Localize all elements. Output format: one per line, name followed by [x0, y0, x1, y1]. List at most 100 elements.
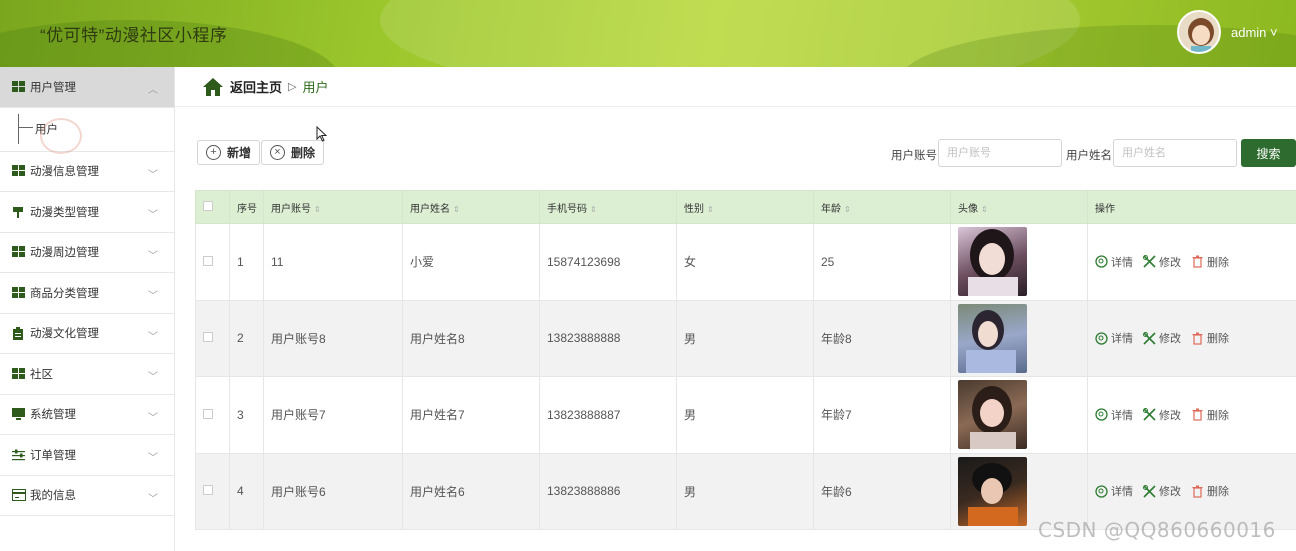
- delete-row-button[interactable]: 删除: [1191, 330, 1229, 346]
- detail-button[interactable]: 详情: [1095, 407, 1133, 423]
- row-checkbox[interactable]: [203, 408, 213, 419]
- name-search-input[interactable]: [1113, 139, 1237, 167]
- account-search-input[interactable]: [938, 139, 1062, 167]
- detail-label: 详情: [1111, 409, 1133, 422]
- delete-row-button[interactable]: 删除: [1191, 407, 1229, 423]
- search-button[interactable]: 搜索: [1241, 139, 1296, 167]
- chevron-down-icon: ﹀: [148, 493, 158, 505]
- sort-icon[interactable]: ⇕: [981, 205, 988, 214]
- detail-button[interactable]: 详情: [1095, 330, 1133, 346]
- table-row: 2 用户账号8 用户姓名8 13823888888 男 年龄8 详情 修改 删除: [195, 299, 1296, 377]
- tools-icon: [1143, 331, 1156, 345]
- sidebar-item-label: 订单管理: [30, 449, 76, 462]
- row-checkbox[interactable]: [203, 255, 213, 266]
- row-actions: 详情 修改 删除: [1095, 407, 1296, 423]
- chevron-down-icon: ﹀: [148, 453, 158, 464]
- cell-phone: 13823888888: [539, 299, 677, 377]
- cell-age: 年龄8: [813, 299, 951, 377]
- sliders-icon: [12, 449, 26, 461]
- edit-label: 修改: [1159, 486, 1181, 499]
- delete-button-label: 删除: [291, 146, 316, 160]
- row-checkbox[interactable]: [203, 332, 213, 343]
- chevron-down-icon: ﹀: [148, 412, 158, 424]
- breadcrumb: 返回主页 ▷ 用户: [175, 67, 1296, 107]
- col-header[interactable]: 头像 ⇕: [950, 190, 1088, 224]
- admin-menu[interactable]: admin ˅: [1231, 25, 1278, 40]
- user-table: 序号 用户账号 ⇕ 用户姓名 ⇕ 手机号码 ⇕ 性别 ⇕ 年龄 ⇕ 头像 ⇕ 操作 1 11…: [195, 190, 1296, 530]
- col-header[interactable]: 用户姓名 ⇕: [402, 190, 540, 224]
- cell-no: 4: [229, 452, 264, 530]
- cell-phone: 13823888886: [539, 452, 677, 530]
- sort-icon[interactable]: ⇕: [707, 205, 714, 214]
- edit-button[interactable]: 修改: [1143, 483, 1181, 499]
- chevron-down-icon: ﹀: [148, 210, 158, 221]
- row-checkbox[interactable]: [203, 485, 213, 496]
- breadcrumb-current: 用户: [302, 80, 329, 95]
- breadcrumb-home[interactable]: 返回主页: [230, 77, 282, 96]
- chevron-down-icon: ﹀: [148, 291, 158, 302]
- sort-icon[interactable]: ⇕: [844, 205, 851, 214]
- sidebar-item-orders[interactable]: 订单管理 ﹀: [0, 435, 174, 476]
- col-header[interactable]: 手机号码 ⇕: [539, 190, 677, 224]
- sidebar-item-product-category[interactable]: 商品分类管理 ﹀: [0, 273, 174, 314]
- sidebar-item-anime-type[interactable]: 动漫类型管理 ﹀: [0, 192, 174, 233]
- delete-button[interactable]: × 删除: [261, 140, 325, 165]
- sidebar-item-system[interactable]: 系统管理 ﹀: [0, 395, 174, 435]
- col-header[interactable]: 年龄 ⇕: [813, 190, 951, 224]
- chevron-down-icon: ﹀: [148, 372, 158, 383]
- account-search-label: 用户账号: [891, 150, 937, 162]
- detail-button[interactable]: 详情: [1095, 254, 1133, 270]
- row-actions: 详情 修改 删除: [1095, 254, 1296, 270]
- pin-icon: [12, 206, 26, 218]
- sidebar-item-community[interactable]: 社区 ﹀: [0, 354, 174, 395]
- delete-row-button[interactable]: 删除: [1191, 483, 1229, 499]
- col-header: 操作: [1087, 190, 1296, 224]
- sidebar-item-label: 动漫信息管理: [30, 166, 99, 179]
- sort-icon[interactable]: ⇕: [453, 205, 460, 214]
- sidebar-item-anime-merch[interactable]: 动漫周边管理 ﹀: [0, 233, 174, 273]
- col-header[interactable]: 用户账号 ⇕: [263, 190, 403, 224]
- avatar-image: [958, 303, 1027, 373]
- sidebar-item-anime-culture[interactable]: 动漫文化管理 ﹀: [0, 314, 174, 354]
- sidebar-item-label: 动漫文化管理: [30, 328, 99, 341]
- search-circle-icon: [1095, 332, 1108, 345]
- delete-label: 删除: [1207, 256, 1229, 269]
- sidebar: 用户管理 ︿ 用户 动漫信息管理 ﹀ 动漫类型管理 ﹀ 动漫周边管理 ﹀ 商品分…: [0, 67, 175, 551]
- detail-button[interactable]: 详情: [1095, 483, 1133, 499]
- cell-name: 小爱: [402, 223, 540, 301]
- delete-label: 删除: [1207, 486, 1229, 499]
- sidebar-item-anime-info[interactable]: 动漫信息管理 ﹀: [0, 152, 174, 192]
- sort-icon[interactable]: ⇕: [590, 205, 597, 214]
- edit-button[interactable]: 修改: [1143, 254, 1181, 270]
- delete-label: 删除: [1207, 333, 1229, 346]
- search-circle-icon: [1095, 485, 1108, 498]
- col-header[interactable]: 性别 ⇕: [676, 190, 814, 224]
- sidebar-item-label: 用户管理: [30, 81, 76, 94]
- main-content: 返回主页 ▷ 用户 + 新增 × 删除 用户账号 用户姓名 搜索 序号 用户账号…: [175, 67, 1296, 551]
- sidebar-item-label: 我的信息: [30, 490, 76, 503]
- home-icon[interactable]: [203, 77, 223, 96]
- sort-icon[interactable]: ⇕: [314, 205, 321, 214]
- delete-row-button[interactable]: 删除: [1191, 254, 1229, 270]
- cell-no: 1: [229, 223, 264, 301]
- cell-no: 2: [229, 299, 264, 377]
- chevron-down-icon: ﹀: [148, 169, 158, 181]
- search-circle-icon: [1095, 408, 1108, 421]
- col-header-label: 年龄: [821, 203, 841, 215]
- trash-icon: [1191, 485, 1204, 498]
- edit-button[interactable]: 修改: [1143, 407, 1181, 423]
- select-all-header[interactable]: [195, 190, 230, 224]
- edit-button[interactable]: 修改: [1143, 330, 1181, 346]
- table-row: 3 用户账号7 用户姓名7 13823888887 男 年龄7 详情 修改 删除: [195, 376, 1296, 454]
- avatar-image: [958, 456, 1027, 526]
- tools-icon: [1143, 408, 1156, 421]
- search-circle-icon: [1095, 255, 1108, 268]
- grid-icon: [12, 246, 26, 258]
- add-button[interactable]: + 新增: [197, 140, 261, 165]
- grid-icon: [12, 80, 26, 93]
- sidebar-subitem-user[interactable]: 用户: [0, 108, 174, 154]
- select-all-checkbox[interactable]: [203, 200, 213, 211]
- sidebar-item-my-info[interactable]: 我的信息 ﹀: [0, 476, 174, 516]
- user-avatar[interactable]: [1177, 10, 1221, 54]
- sidebar-item-user-management[interactable]: 用户管理 ︿: [0, 67, 174, 108]
